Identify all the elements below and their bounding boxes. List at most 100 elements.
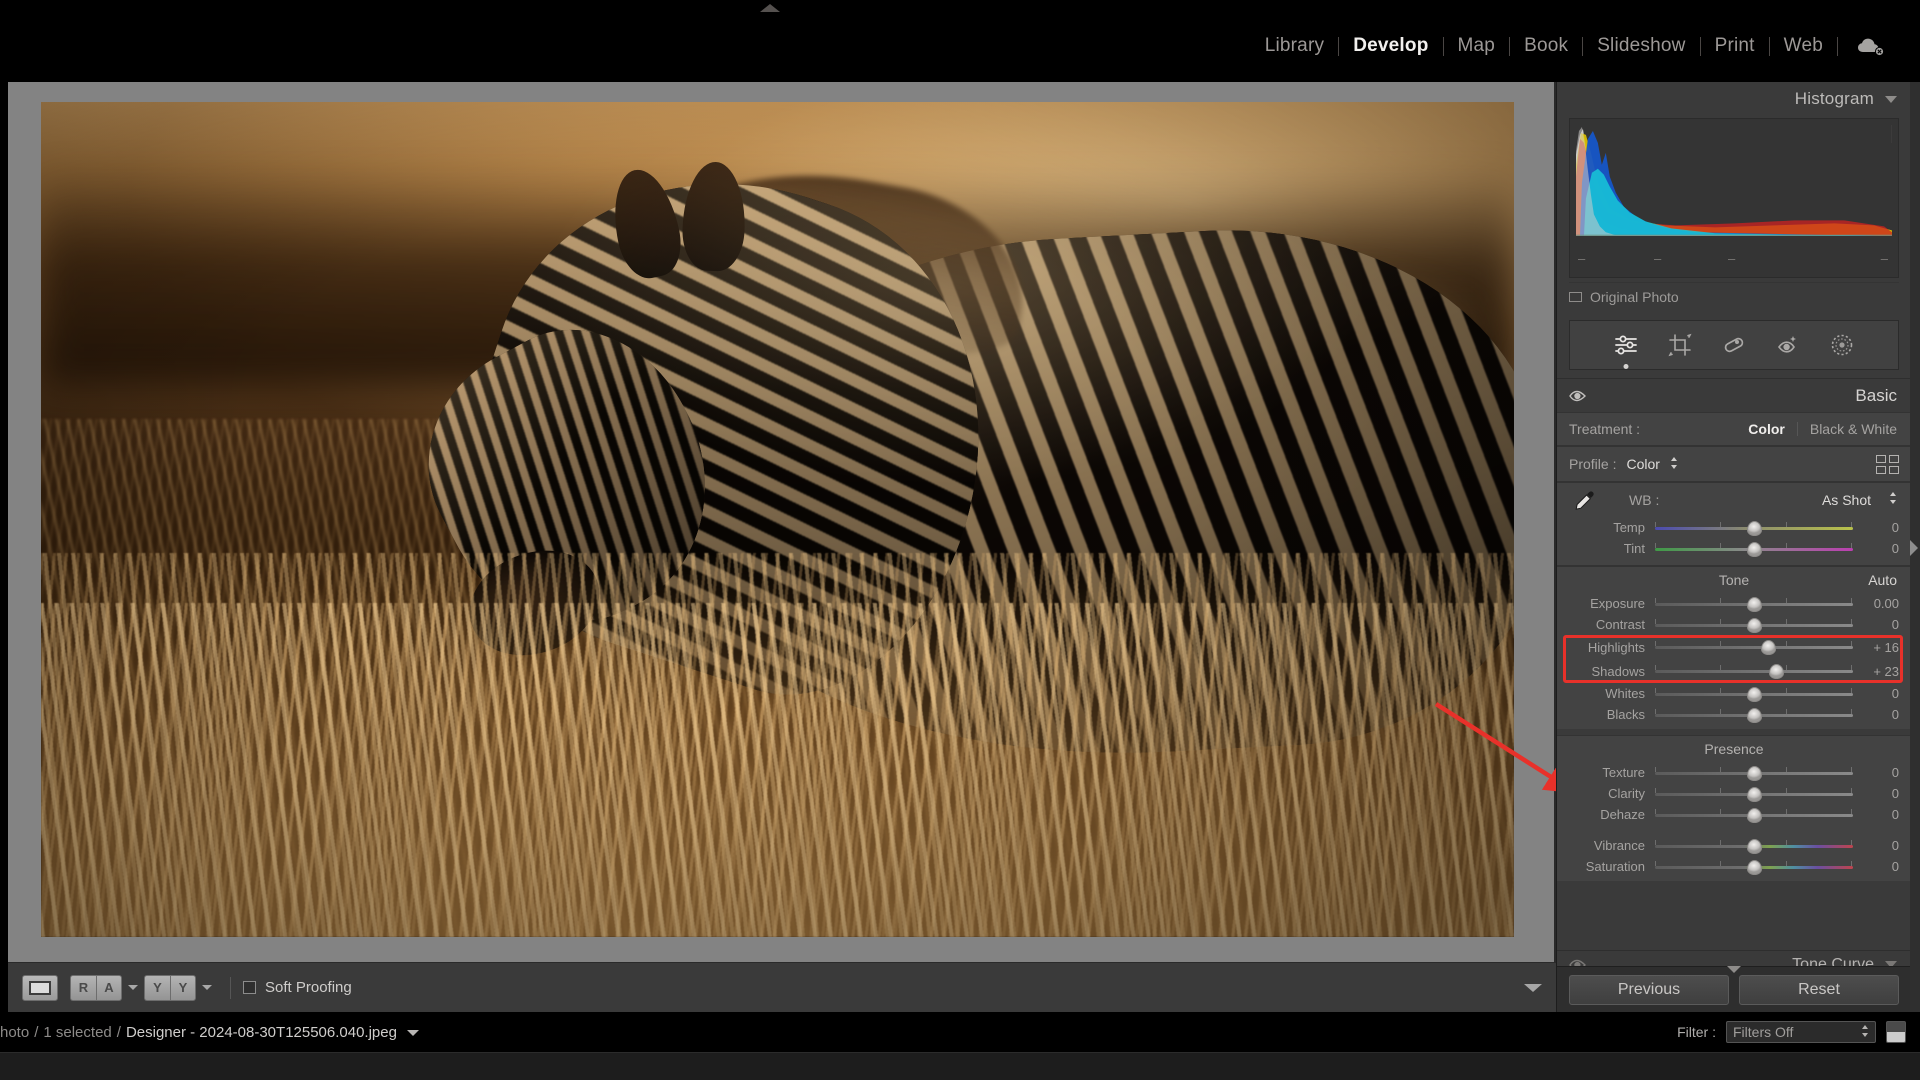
slider-tint[interactable]: Tint 0 <box>1557 538 1911 559</box>
slider-dehaze[interactable]: Dehaze 0 <box>1557 804 1911 825</box>
slider-value[interactable]: 0 <box>1853 807 1903 822</box>
slider-knob[interactable] <box>1747 686 1762 702</box>
original-photo-row[interactable]: Original Photo <box>1569 282 1899 310</box>
white-balance-selector-icon[interactable] <box>1569 487 1595 513</box>
slider-track-area[interactable] <box>1655 520 1853 536</box>
module-develop[interactable]: Develop <box>1339 33 1442 59</box>
before-after-button[interactable]: R A <box>70 974 122 1001</box>
module-book[interactable]: Book <box>1510 33 1582 59</box>
up-down-stepper-icon[interactable] <box>1889 491 1897 509</box>
module-library[interactable]: Library <box>1251 33 1338 59</box>
masking-icon[interactable] <box>1829 332 1855 358</box>
slider-track-area[interactable] <box>1655 765 1853 781</box>
up-down-stepper-icon[interactable] <box>1861 1025 1869 1039</box>
histogram-header[interactable]: Histogram <box>1557 82 1911 116</box>
slider-knob[interactable] <box>1768 664 1784 679</box>
slider-knob[interactable] <box>1747 707 1762 723</box>
slider-knob[interactable] <box>1747 520 1762 536</box>
white-balance-value[interactable]: As Shot <box>1822 492 1871 508</box>
slider-contrast[interactable]: Contrast 0 <box>1557 614 1911 635</box>
slider-track-area[interactable] <box>1655 541 1853 557</box>
slider-knob[interactable] <box>1747 786 1762 802</box>
auto-tone-button[interactable]: Auto <box>1868 572 1897 588</box>
slider-track-area[interactable] <box>1655 807 1853 823</box>
slider-vibrance[interactable]: Vibrance 0 <box>1557 835 1911 856</box>
slider-value[interactable]: 0 <box>1853 859 1903 874</box>
show-hide-toolbar-icon[interactable] <box>1524 983 1542 992</box>
slider-track-area[interactable] <box>1655 596 1853 612</box>
soft-proofing-checkbox[interactable] <box>243 981 256 994</box>
filename-label[interactable]: Designer - 2024-08-30T125506.040.jpeg <box>126 1024 397 1041</box>
up-down-stepper-icon[interactable] <box>1670 457 1678 471</box>
slider-exposure[interactable]: Exposure 0.00 <box>1557 593 1911 614</box>
module-print[interactable]: Print <box>1701 33 1769 59</box>
slider-shadows[interactable]: Shadows + 23 <box>1557 659 1911 683</box>
slider-texture[interactable]: Texture 0 <box>1557 762 1911 783</box>
slider-value[interactable]: 0 <box>1853 838 1903 853</box>
loupe-view-icon[interactable] <box>22 974 58 1001</box>
slider-track-area[interactable] <box>1655 838 1853 854</box>
slider-knob[interactable] <box>1747 765 1762 781</box>
slider-blacks[interactable]: Blacks 0 <box>1557 704 1911 725</box>
slider-track-area[interactable] <box>1655 859 1853 875</box>
slider-value[interactable]: 0 <box>1853 765 1903 780</box>
treatment-option-color[interactable]: Color <box>1748 421 1785 437</box>
slider-knob[interactable] <box>1747 617 1762 633</box>
basic-panel-header[interactable]: Basic <box>1557 378 1911 412</box>
profile-browser-grid-icon[interactable] <box>1876 454 1899 474</box>
histogram-panel[interactable]: – – – – <box>1569 118 1899 278</box>
module-web[interactable]: Web <box>1770 33 1837 59</box>
slider-track-area[interactable] <box>1655 617 1853 633</box>
reset-button[interactable]: Reset <box>1739 974 1899 1005</box>
slider-knob[interactable] <box>1760 640 1776 655</box>
healing-brush-icon[interactable] <box>1721 332 1747 358</box>
slider-track-area[interactable] <box>1655 786 1853 802</box>
slider-saturation[interactable]: Saturation 0 <box>1557 856 1911 877</box>
slider-knob[interactable] <box>1747 596 1762 612</box>
slider-value[interactable]: 0 <box>1853 520 1903 535</box>
collapse-top-panel-triangle[interactable] <box>760 4 780 12</box>
slider-knob[interactable] <box>1747 541 1762 557</box>
filter-preset-swatch[interactable] <box>1886 1021 1906 1043</box>
slider-track-area[interactable] <box>1655 707 1853 723</box>
slider-value[interactable]: 0.00 <box>1853 596 1903 611</box>
show-hide-right-panel-icon[interactable] <box>1910 540 1918 556</box>
filter-select[interactable]: Filters Off <box>1726 1021 1876 1043</box>
compare-chevron-down-icon[interactable] <box>202 985 212 990</box>
slider-whites[interactable]: Whites 0 <box>1557 683 1911 704</box>
slider-temp[interactable]: Temp 0 <box>1557 517 1911 538</box>
cloud-sync-off-icon[interactable] <box>1856 35 1886 57</box>
crop-overlay-icon[interactable] <box>1667 332 1693 358</box>
module-slideshow[interactable]: Slideshow <box>1583 33 1699 59</box>
slider-clarity[interactable]: Clarity 0 <box>1557 783 1911 804</box>
slider-value[interactable]: 0 <box>1853 541 1903 556</box>
filmstrip-tray[interactable] <box>0 1052 1920 1080</box>
slider-knob[interactable] <box>1747 807 1762 823</box>
eye-icon[interactable] <box>1569 389 1587 403</box>
edit-sliders-icon[interactable] <box>1613 332 1639 358</box>
slider-value[interactable]: + 16 <box>1853 640 1903 655</box>
before-after-chevron-down-icon[interactable] <box>128 985 138 990</box>
slider-value[interactable]: 0 <box>1853 707 1903 722</box>
profile-value[interactable]: Color <box>1626 456 1659 472</box>
slider-value[interactable]: 0 <box>1853 617 1903 632</box>
slider-knob[interactable] <box>1747 838 1762 854</box>
slider-value[interactable]: 0 <box>1853 686 1903 701</box>
compare-view-button[interactable]: Y Y <box>144 974 196 1001</box>
treatment-option-black-and-white[interactable]: Black & White <box>1810 421 1897 437</box>
red-eye-icon[interactable] <box>1775 332 1801 358</box>
slider-highlights[interactable]: Highlights + 16 <box>1557 635 1911 659</box>
slider-track-area[interactable] <box>1655 686 1853 702</box>
slider-track-area[interactable] <box>1655 663 1853 679</box>
slider-value[interactable]: 0 <box>1853 786 1903 801</box>
slider-track-area[interactable] <box>1655 639 1853 655</box>
photo-stage[interactable] <box>8 82 1556 962</box>
photo-preview-zebra-in-grass[interactable] <box>41 102 1514 937</box>
chevron-down-icon[interactable] <box>1885 95 1897 103</box>
chevron-down-icon[interactable] <box>406 1029 419 1036</box>
module-map[interactable]: Map <box>1444 33 1510 59</box>
panel-resize-handle[interactable] <box>1727 966 1741 973</box>
previous-button[interactable]: Previous <box>1569 974 1729 1005</box>
slider-knob[interactable] <box>1747 859 1762 875</box>
slider-value[interactable]: + 23 <box>1853 664 1903 679</box>
